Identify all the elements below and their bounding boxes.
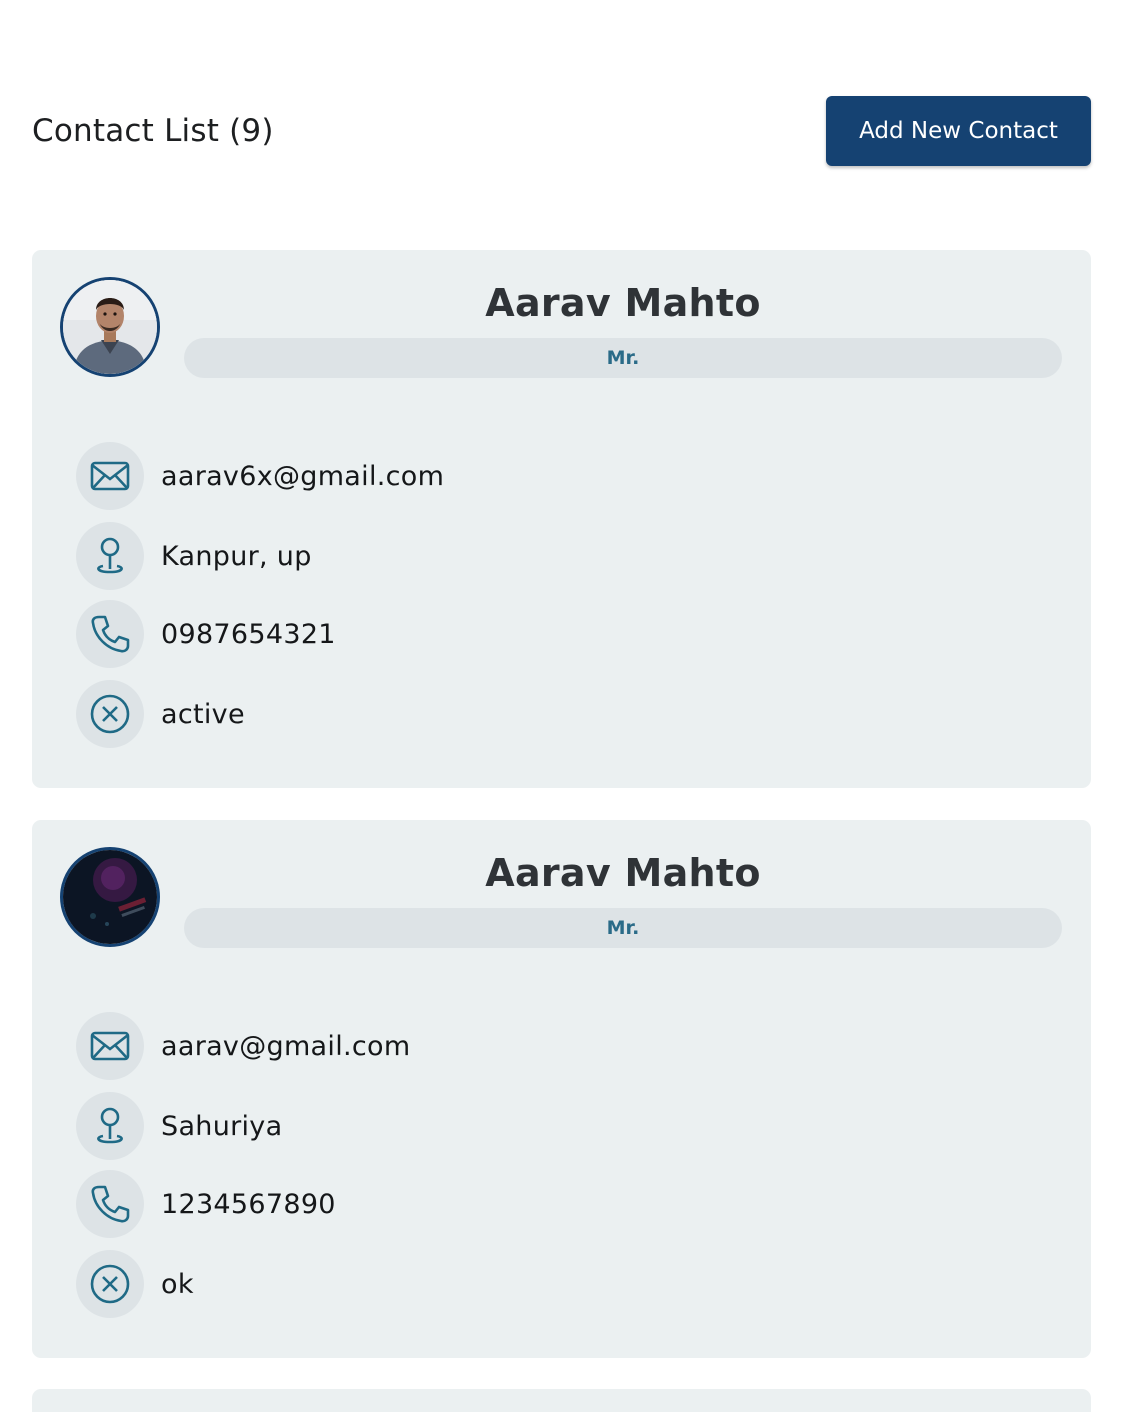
contact-name: Aarav Mahto bbox=[485, 281, 761, 325]
phone-icon bbox=[76, 1170, 144, 1238]
envelope-icon bbox=[76, 442, 144, 510]
contact-title-badge: Mr. bbox=[184, 908, 1062, 948]
contact-list-page: Contact List (9) Add New Contact Aarav M… bbox=[0, 0, 1122, 1412]
phone-row: 1234567890 bbox=[76, 1170, 336, 1238]
dark-image bbox=[63, 850, 157, 944]
add-new-contact-button[interactable]: Add New Contact bbox=[826, 96, 1091, 166]
contact-phone: 0987654321 bbox=[161, 618, 336, 650]
location-pin-icon bbox=[76, 522, 144, 590]
location-pin-icon bbox=[76, 1092, 144, 1160]
envelope-icon bbox=[76, 1012, 144, 1080]
avatar bbox=[60, 277, 160, 377]
status-row: active bbox=[76, 680, 245, 748]
contact-card[interactable]: Aarav Mahto Mr. aarav@gmail.com Sahuriya… bbox=[32, 820, 1091, 1358]
close-circle-icon bbox=[76, 1250, 144, 1318]
contact-card[interactable]: Aarav Mahto Mr. aarav6x@gmail.com Kanpur… bbox=[32, 250, 1091, 788]
address-row: Kanpur, up bbox=[76, 522, 312, 590]
contact-address: Sahuriya bbox=[161, 1110, 283, 1142]
contact-phone: 1234567890 bbox=[161, 1188, 336, 1220]
close-circle-icon bbox=[76, 680, 144, 748]
phone-icon bbox=[76, 600, 144, 668]
status-row: ok bbox=[76, 1250, 194, 1318]
contact-card[interactable] bbox=[32, 1389, 1091, 1412]
address-row: Sahuriya bbox=[76, 1092, 282, 1160]
page-title: Contact List (9) bbox=[32, 113, 274, 149]
phone-row: 0987654321 bbox=[76, 600, 336, 668]
contact-status: ok bbox=[161, 1268, 194, 1300]
person-photo-image bbox=[63, 280, 157, 374]
contact-status: active bbox=[161, 698, 245, 730]
contact-email: aarav6x@gmail.com bbox=[161, 460, 445, 492]
email-row: aarav6x@gmail.com bbox=[76, 442, 444, 510]
page-header: Contact List (9) Add New Contact bbox=[32, 96, 1091, 166]
contact-title-badge: Mr. bbox=[184, 338, 1062, 378]
email-row: aarav@gmail.com bbox=[76, 1012, 410, 1080]
avatar bbox=[60, 847, 160, 947]
contact-name: Aarav Mahto bbox=[485, 851, 761, 895]
contact-address: Kanpur, up bbox=[161, 540, 312, 572]
contact-email: aarav@gmail.com bbox=[161, 1030, 411, 1062]
